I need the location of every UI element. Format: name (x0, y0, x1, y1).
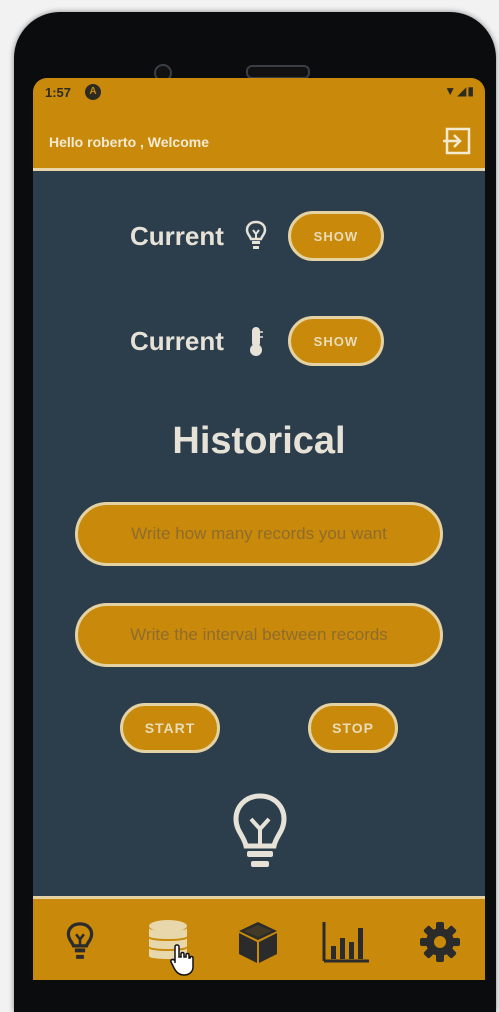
notification-icon: A (85, 84, 101, 100)
wifi-icon: ▼ (444, 84, 458, 98)
lightbulb-outline-icon (233, 793, 287, 867)
status-bar: 1:57 A ▼◢▮ (33, 78, 485, 108)
bottom-nav (33, 896, 485, 980)
lightbulb-icon (245, 220, 267, 249)
interval-input[interactable] (75, 603, 443, 667)
nav-cube[interactable] (233, 917, 283, 967)
nav-settings[interactable] (415, 917, 465, 967)
earpiece-speaker (246, 65, 310, 79)
nav-database[interactable] (143, 917, 194, 976)
lightbulb-icon (66, 922, 94, 959)
welcome-text: Hello roberto , Welcome (49, 134, 209, 150)
nav-lightbulb[interactable] (55, 917, 105, 967)
show-light-button[interactable]: SHOW (287, 211, 384, 261)
current-temperature-row: Current SHOW (130, 316, 384, 366)
hand-pointer-icon (170, 944, 194, 976)
current-light-label: Current (130, 220, 224, 251)
historical-title: Historical (172, 420, 346, 462)
system-icons: ▼◢▮ (444, 84, 475, 98)
nav-chart[interactable] (321, 917, 371, 967)
records-count-input[interactable] (75, 502, 443, 566)
logout-icon[interactable] (441, 125, 473, 157)
gear-icon (420, 922, 460, 962)
current-light-row: Current SHOW (130, 211, 384, 261)
stop-button[interactable]: STOP (308, 703, 398, 753)
app-bar: Hello roberto , Welcome (33, 108, 485, 171)
signal-icon: ◢ (457, 84, 468, 98)
app-screen: 1:57 A ▼◢▮ Hello roberto , Welcome Curre… (33, 78, 485, 980)
start-button[interactable]: START (120, 703, 220, 753)
thermometer-icon (249, 327, 263, 356)
battery-icon: ▮ (467, 84, 475, 98)
cube-icon (239, 922, 277, 963)
status-time: 1:57 (45, 85, 72, 100)
bar-chart-icon (322, 922, 369, 963)
current-temperature-label: Current (130, 325, 224, 356)
show-temperature-button[interactable]: SHOW (287, 316, 384, 366)
